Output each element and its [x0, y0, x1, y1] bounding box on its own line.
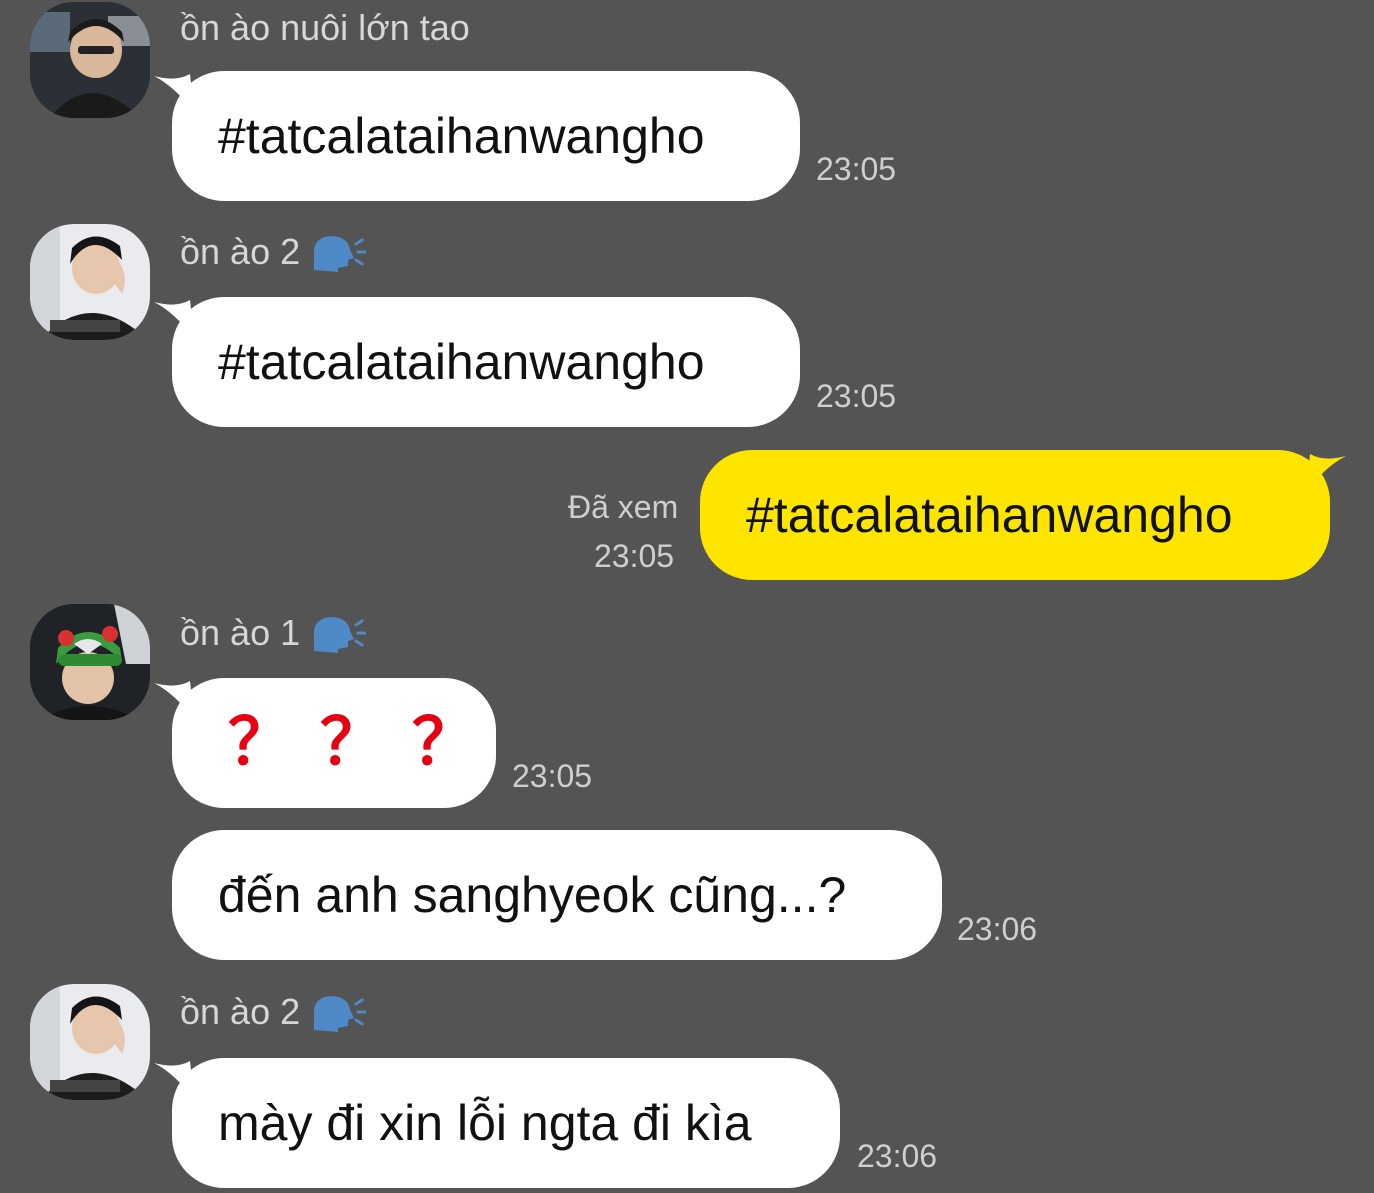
sender-name: ồn ào 2	[180, 230, 367, 274]
message-time: 23:06	[857, 1138, 938, 1174]
my-message-bubble[interactable]: #tatcalataihanwangho	[700, 450, 1330, 580]
sender-label: ồn ào 2	[180, 231, 301, 272]
message-text: #tatcalataihanwangho	[218, 108, 705, 164]
message-bubble[interactable]: mày đi xin lỗi ngta đi kìa	[172, 1058, 840, 1188]
sender-name: ồn ào 1	[180, 611, 367, 655]
message-text: ？？？	[228, 705, 504, 780]
message-text: #tatcalataihanwangho	[746, 487, 1233, 543]
message-time: 23:05	[816, 151, 897, 187]
sender-name: ồn ào 2	[180, 990, 367, 1034]
message-text: đến anh sanghyeok cũng...?	[218, 867, 847, 923]
message-time: 23:05	[594, 538, 675, 574]
message-text: #tatcalataihanwangho	[218, 334, 705, 390]
avatar[interactable]	[30, 2, 150, 118]
message-time: 23:05	[816, 378, 897, 414]
sender-label: ồn ào nuôi lớn tao	[180, 7, 470, 48]
sender-label: ồn ào 2	[180, 991, 301, 1032]
bubble-tail	[1306, 454, 1346, 492]
message-bubble[interactable]: ？？？	[172, 678, 496, 808]
message-bubble[interactable]: đến anh sanghyeok cũng...?	[172, 830, 942, 960]
read-receipt: Đã xem	[568, 489, 679, 525]
speaking-head-emoji-icon	[308, 611, 367, 655]
sender-name: ồn ào nuôi lớn tao	[180, 6, 470, 50]
message-time: 23:05	[512, 758, 593, 794]
message-bubble[interactable]: #tatcalataihanwangho	[172, 297, 800, 427]
avatar[interactable]	[30, 604, 150, 720]
message-text: mày đi xin lỗi ngta đi kìa	[218, 1095, 752, 1151]
message-bubble[interactable]: #tatcalataihanwangho	[172, 71, 800, 201]
sender-label: ồn ào 1	[180, 612, 301, 653]
avatar[interactable]	[30, 224, 150, 340]
message-time: 23:06	[957, 911, 1038, 947]
speaking-head-emoji-icon	[308, 230, 367, 274]
avatar[interactable]	[30, 984, 150, 1100]
speaking-head-emoji-icon	[308, 990, 367, 1034]
